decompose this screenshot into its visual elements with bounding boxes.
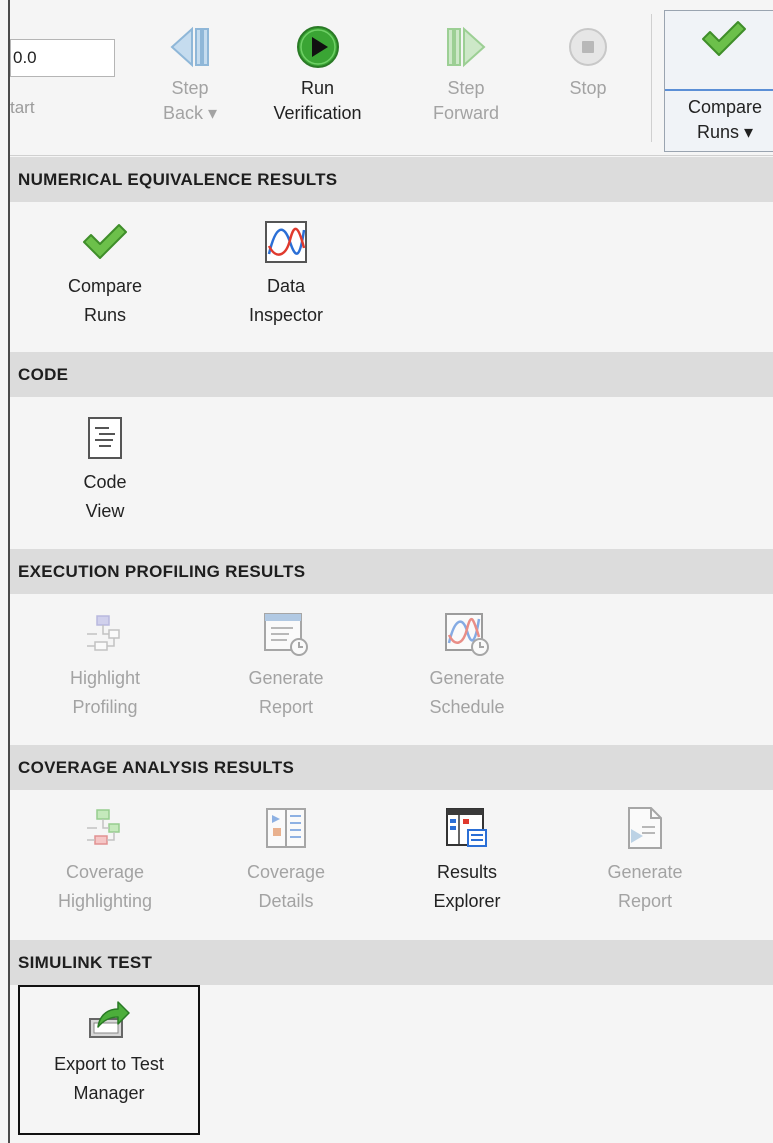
highlight-profiling-label-2: Profiling	[72, 697, 138, 717]
coverage-details-button[interactable]: Coverage Details	[231, 802, 341, 916]
compare-runs-label-2: Runs	[83, 305, 127, 325]
section-header-profiling: EXECUTION PROFILING RESULTS	[10, 549, 773, 594]
coverage-generate-report-label-2: Report	[617, 891, 673, 911]
section-header-simulink-test: SIMULINK TEST	[10, 940, 773, 985]
section-header-coverage: COVERAGE ANALYSIS RESULTS	[10, 745, 773, 790]
export-test-manager-icon	[22, 994, 196, 1046]
coverage-details-icon	[231, 802, 341, 854]
code-view-icon	[50, 412, 160, 464]
data-inspector-label-2: Inspector	[248, 305, 324, 325]
coverage-generate-report-button[interactable]: Generate Report	[590, 802, 700, 916]
stop-icon	[533, 18, 643, 76]
export-to-test-manager-button[interactable]: Export to Test Manager	[22, 994, 196, 1108]
generate-schedule-button[interactable]: Generate Schedule	[412, 608, 522, 722]
compare-runs-button[interactable]: Compare Runs	[50, 216, 160, 330]
section-header-code: CODE	[10, 352, 773, 397]
data-inspector-button[interactable]: Data Inspector	[231, 216, 341, 330]
highlight-profiling-button[interactable]: Highlight Profiling	[50, 608, 160, 722]
data-inspector-label: Data	[266, 276, 306, 296]
code-view-button[interactable]: Code View	[50, 412, 160, 526]
section-header-numerical: NUMERICAL EQUIVALENCE RESULTS	[10, 157, 773, 202]
step-back-label-1: Step	[171, 78, 209, 98]
generate-report-button[interactable]: Generate Report	[231, 608, 341, 722]
export-to-test-manager-label: Export to Test	[54, 1054, 164, 1074]
highlight-profiling-label: Highlight	[69, 668, 141, 688]
coverage-generate-report-label: Generate	[607, 862, 683, 882]
coverage-highlighting-icon	[50, 802, 160, 854]
run-verification-label-2: Verification	[273, 103, 362, 123]
stop-label: Stop	[569, 78, 607, 98]
toolbar-divider	[651, 14, 652, 142]
data-inspector-icon	[231, 216, 341, 268]
toolbar: 0.0 tart Step Back ▾ Run Verification St…	[10, 0, 773, 156]
step-forward-label-1: Step	[447, 78, 485, 98]
step-forward-icon	[411, 18, 521, 76]
coverage-details-label-2: Details	[258, 891, 314, 911]
generate-report-icon	[231, 608, 341, 660]
generate-schedule-label-2: Schedule	[429, 697, 505, 717]
code-view-label: Code	[83, 472, 127, 492]
step-forward-label-2: Forward	[432, 103, 499, 123]
results-explorer-button[interactable]: Results Explorer	[412, 802, 522, 916]
coverage-highlighting-button[interactable]: Coverage Highlighting	[50, 802, 160, 916]
stop-time-input[interactable]: 0.0	[10, 39, 115, 77]
coverage-highlighting-label: Coverage	[65, 862, 145, 882]
run-verification-icon	[250, 18, 385, 76]
step-forward-button[interactable]: Step Forward	[411, 18, 521, 126]
results-explorer-icon	[412, 802, 522, 854]
results-explorer-label-2: Explorer	[433, 891, 501, 911]
compare-runs-label: Compare	[67, 276, 143, 296]
generate-report-label: Generate	[248, 668, 324, 688]
compare-runs-label-1: Compare	[687, 97, 763, 117]
compare-runs-split-button[interactable]: Compare Runs ▾	[664, 10, 773, 152]
coverage-highlighting-label-2: Highlighting	[57, 891, 153, 911]
step-back-button[interactable]: Step Back ▾	[135, 18, 245, 126]
generate-report-icon	[590, 802, 700, 854]
split-divider	[665, 89, 773, 91]
export-to-test-manager-label-2: Manager	[73, 1083, 145, 1103]
coverage-details-label: Coverage	[246, 862, 326, 882]
check-icon	[50, 216, 160, 268]
step-back-icon	[135, 18, 245, 76]
check-icon	[665, 19, 773, 59]
generate-schedule-label: Generate	[429, 668, 505, 688]
code-view-label-2: View	[85, 501, 125, 521]
start-label: tart	[10, 98, 35, 117]
results-explorer-label: Results	[436, 862, 498, 882]
run-verification-label-1: Run	[300, 78, 335, 98]
highlight-profiling-icon	[50, 608, 160, 660]
compare-runs-label-2: Runs ▾	[696, 122, 754, 142]
run-verification-button[interactable]: Run Verification	[250, 18, 385, 126]
generate-schedule-icon	[412, 608, 522, 660]
generate-report-label-2: Report	[258, 697, 314, 717]
compare-runs-dropdown[interactable]: Compare Runs ▾	[675, 95, 773, 145]
step-back-label-2: Back ▾	[162, 103, 218, 123]
stop-button[interactable]: Stop	[533, 18, 643, 101]
